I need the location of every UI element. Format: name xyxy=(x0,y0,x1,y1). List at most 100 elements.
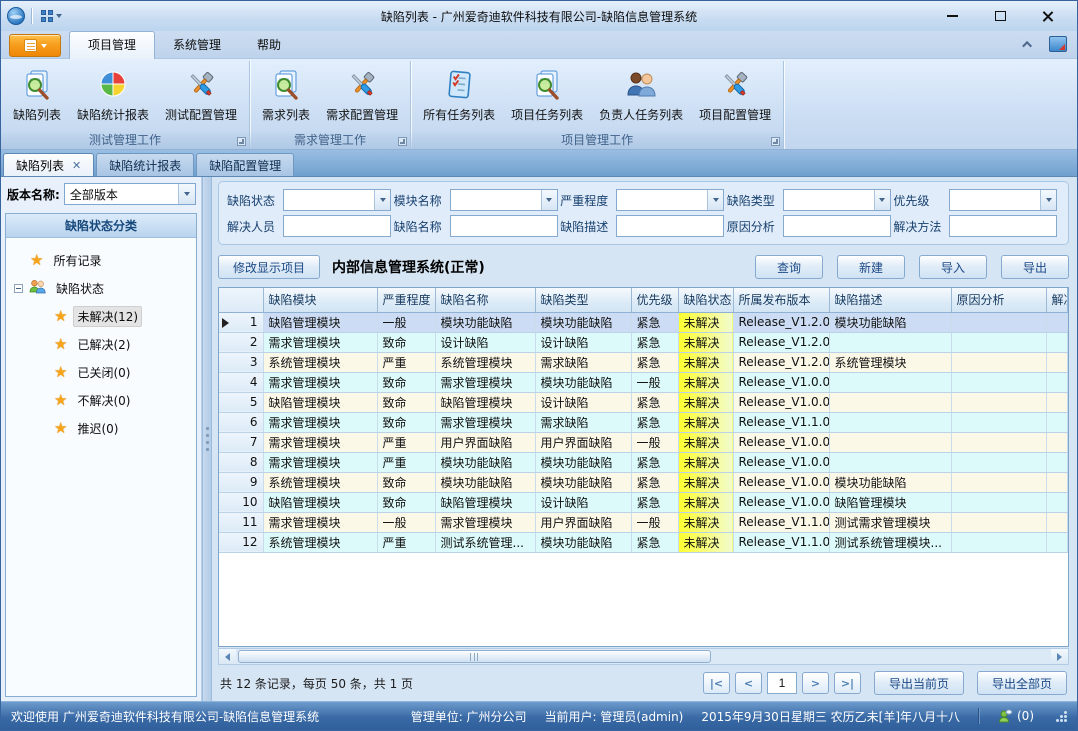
cell-status[interactable]: 未解决 xyxy=(678,372,733,392)
cell-type[interactable]: 设计缺陷 xyxy=(535,332,631,352)
table-row[interactable]: 8需求管理模块严重模块功能缺陷模块功能缺陷紧急未解决Release_V1.0.0 xyxy=(219,452,1068,472)
row-number-cell[interactable]: 2 xyxy=(219,332,263,352)
cell-priority[interactable]: 紧急 xyxy=(631,532,678,552)
cell-type[interactable]: 需求缺陷 xyxy=(535,412,631,432)
row-number-cell[interactable]: 3 xyxy=(219,352,263,372)
cell-type[interactable]: 需求缺陷 xyxy=(535,352,631,372)
cell-release[interactable]: Release_V1.1.0 xyxy=(733,512,829,532)
cell-priority[interactable]: 一般 xyxy=(631,372,678,392)
collapse-ribbon-icon[interactable] xyxy=(1019,36,1037,52)
modify-columns-button[interactable]: 修改显示项目 xyxy=(218,255,320,279)
column-header[interactable]: 解决方法 xyxy=(1046,288,1068,312)
cell-desc[interactable]: 测试系统管理模块... xyxy=(829,532,951,552)
cell-type[interactable]: 用户界面缺陷 xyxy=(535,432,631,452)
row-number-cell[interactable]: 9 xyxy=(219,472,263,492)
cell-release[interactable]: Release_V1.2.0 xyxy=(733,312,829,332)
cell-severity[interactable]: 致命 xyxy=(377,412,435,432)
cell-severity[interactable]: 致命 xyxy=(377,332,435,352)
cell-desc[interactable] xyxy=(829,452,951,472)
filter-input[interactable] xyxy=(283,215,391,237)
cell-module[interactable]: 系统管理模块 xyxy=(263,352,377,372)
cell-status[interactable]: 未解决 xyxy=(678,452,733,472)
cell-priority[interactable]: 紧急 xyxy=(631,352,678,372)
cell-desc[interactable] xyxy=(829,332,951,352)
cell-status[interactable]: 未解决 xyxy=(678,392,733,412)
column-header[interactable]: 缺陷类型 xyxy=(535,288,631,312)
cell-analysis[interactable] xyxy=(951,352,1046,372)
cell-name[interactable]: 设计缺陷 xyxy=(435,332,535,352)
cell-solution[interactable] xyxy=(1046,532,1068,552)
cell-module[interactable]: 需求管理模块 xyxy=(263,372,377,392)
cell-severity[interactable]: 严重 xyxy=(377,432,435,452)
resize-grip[interactable] xyxy=(1056,711,1067,722)
minimize-button[interactable] xyxy=(941,6,963,26)
cell-analysis[interactable] xyxy=(951,412,1046,432)
cell-status[interactable]: 未解决 xyxy=(678,472,733,492)
table-row[interactable]: 2需求管理模块致命设计缺陷设计缺陷紧急未解决Release_V1.2.0 xyxy=(219,332,1068,352)
pager-first-button[interactable]: |< xyxy=(703,672,730,694)
column-header[interactable]: 优先级 xyxy=(631,288,678,312)
combo-dropdown-button[interactable] xyxy=(541,190,557,210)
tree-item[interactable]: 缺陷状态 xyxy=(10,274,192,302)
cell-release[interactable]: Release_V1.2.0 xyxy=(733,352,829,372)
table-row[interactable]: 11需求管理模块一般需求管理模块用户界面缺陷一般未解决Release_V1.1.… xyxy=(219,512,1068,532)
doc-tab-defect-report[interactable]: 缺陷统计报表 xyxy=(96,153,194,176)
cell-priority[interactable]: 一般 xyxy=(631,432,678,452)
column-header[interactable]: 所属发布版本 xyxy=(733,288,829,312)
filter-select[interactable] xyxy=(949,189,1057,211)
cell-module[interactable]: 缺陷管理模块 xyxy=(263,492,377,512)
table-row[interactable]: 10缺陷管理模块致命缺陷管理模块设计缺陷紧急未解决Release_V1.0.0缺… xyxy=(219,492,1068,512)
column-header[interactable]: 缺陷状态 xyxy=(678,288,733,312)
filter-select[interactable] xyxy=(616,189,724,211)
version-select[interactable]: 全部版本 xyxy=(64,183,196,205)
row-number-cell[interactable]: 6 xyxy=(219,412,263,432)
message-indicator[interactable]: (0) xyxy=(997,708,1034,724)
cell-module[interactable]: 需求管理模块 xyxy=(263,512,377,532)
cell-desc[interactable]: 测试需求管理模块 xyxy=(829,512,951,532)
doc-tab-defect-list[interactable]: 缺陷列表 ✕ xyxy=(3,153,94,176)
filter-input[interactable] xyxy=(450,215,558,237)
export-button[interactable]: 导出 xyxy=(1001,255,1069,279)
cell-solution[interactable] xyxy=(1046,492,1068,512)
page-number-input[interactable] xyxy=(767,672,797,694)
cell-analysis[interactable] xyxy=(951,312,1046,332)
cell-name[interactable]: 模块功能缺陷 xyxy=(435,452,535,472)
cell-module[interactable]: 需求管理模块 xyxy=(263,332,377,352)
ribbon-tab-project[interactable]: 项目管理 xyxy=(69,31,155,59)
export-current-page-button[interactable]: 导出当前页 xyxy=(874,671,964,695)
cell-severity[interactable]: 严重 xyxy=(377,532,435,552)
cell-status[interactable]: 未解决 xyxy=(678,512,733,532)
ribbon-button[interactable]: 所有任务列表 xyxy=(415,63,503,130)
cell-solution[interactable] xyxy=(1046,432,1068,452)
row-number-cell[interactable]: 11 xyxy=(219,512,263,532)
cell-release[interactable]: Release_V1.2.0 xyxy=(733,332,829,352)
cell-analysis[interactable] xyxy=(951,532,1046,552)
cell-priority[interactable]: 紧急 xyxy=(631,472,678,492)
cell-analysis[interactable] xyxy=(951,332,1046,352)
cell-status[interactable]: 未解决 xyxy=(678,352,733,372)
row-number-cell[interactable]: 8 xyxy=(219,452,263,472)
cell-status[interactable]: 未解决 xyxy=(678,492,733,512)
cell-status[interactable]: 未解决 xyxy=(678,532,733,552)
column-header[interactable]: 严重程度 xyxy=(377,288,435,312)
cell-priority[interactable]: 紧急 xyxy=(631,452,678,472)
export-all-pages-button[interactable]: 导出全部页 xyxy=(977,671,1067,695)
cell-module[interactable]: 需求管理模块 xyxy=(263,432,377,452)
ribbon-button[interactable]: 缺陷统计报表 xyxy=(69,63,157,130)
cell-severity[interactable]: 严重 xyxy=(377,352,435,372)
column-header[interactable]: 缺陷名称 xyxy=(435,288,535,312)
cell-solution[interactable] xyxy=(1046,412,1068,432)
cell-priority[interactable]: 紧急 xyxy=(631,412,678,432)
cell-type[interactable]: 设计缺陷 xyxy=(535,492,631,512)
doc-tab-defect-config[interactable]: 缺陷配置管理 xyxy=(196,153,294,176)
dialog-launcher-icon[interactable] xyxy=(398,137,407,146)
cell-name[interactable]: 需求管理模块 xyxy=(435,512,535,532)
panel-splitter[interactable] xyxy=(202,177,212,701)
filter-select[interactable] xyxy=(450,189,558,211)
version-select-button[interactable] xyxy=(178,184,195,204)
cell-analysis[interactable] xyxy=(951,372,1046,392)
cell-type[interactable]: 模块功能缺陷 xyxy=(535,472,631,492)
cell-name[interactable]: 需求管理模块 xyxy=(435,372,535,392)
filter-select[interactable] xyxy=(283,189,391,211)
ribbon-button[interactable]: 测试配置管理 xyxy=(157,63,245,130)
